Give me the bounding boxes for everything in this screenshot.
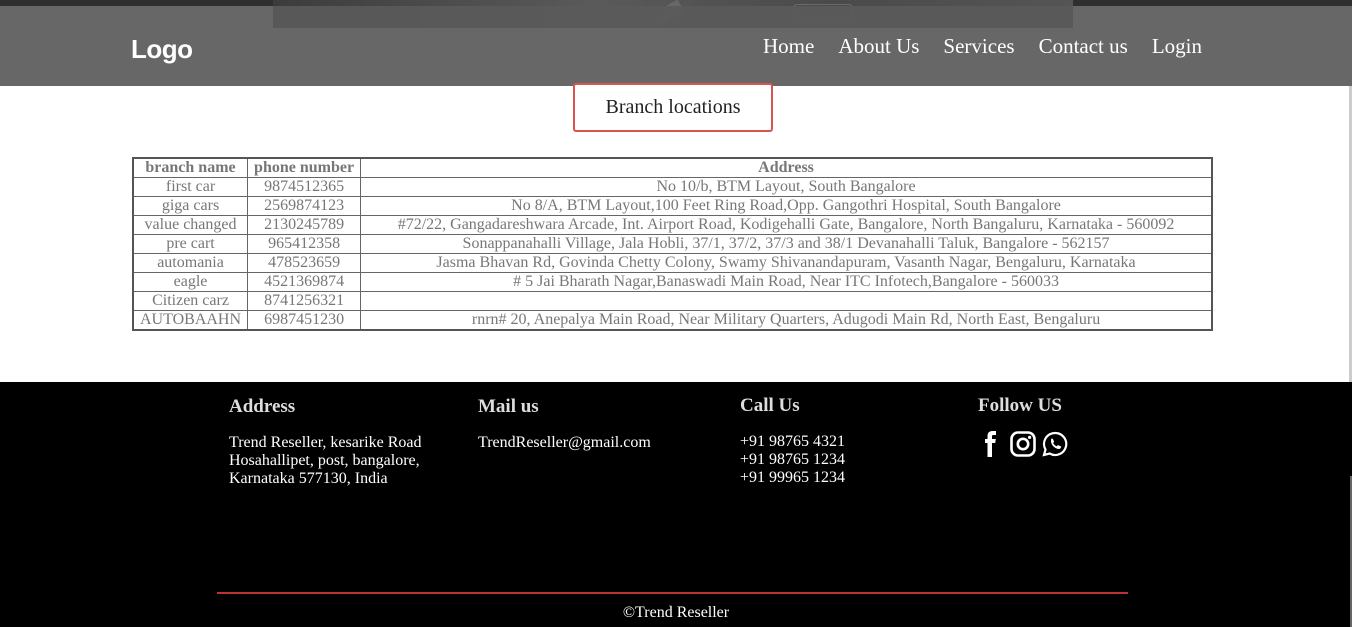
footer-phone[interactable]: +91 98765 1234 xyxy=(740,451,845,469)
branch-name-cell: AUTOBAAHN xyxy=(132,310,249,331)
footer: Address Trend Reseller, kesarike Road Ho… xyxy=(0,382,1352,627)
nav-contact-us[interactable]: Contact us xyxy=(1039,34,1128,59)
table-header-row: branch name phone number Address xyxy=(132,157,1213,178)
address-cell: Sonappanahalli Village, Jala Hobli, 37/1… xyxy=(360,234,1213,254)
phone-cell: 965412358 xyxy=(247,234,362,254)
footer-phone[interactable]: +91 99965 1234 xyxy=(740,469,845,487)
branch-name-cell: giga cars xyxy=(132,196,249,216)
footer-address-line: Hosahallipet, post, bangalore, xyxy=(229,452,420,469)
branch-locations-button[interactable]: Branch locations xyxy=(573,83,773,132)
phone-cell: 8741256321 xyxy=(247,291,362,311)
phone-cell: 6987451230 xyxy=(247,310,362,331)
address-cell: Jasma Bhavan Rd, Govinda Chetty Colony, … xyxy=(360,253,1213,273)
branch-name-cell: Citizen carz xyxy=(132,291,249,311)
nav-home[interactable]: Home xyxy=(763,34,814,59)
footer-address-line: Karnataka 577130, India xyxy=(229,470,388,487)
whatsapp-icon[interactable] xyxy=(1042,431,1068,457)
table-row: first car 9874512365 No 10/b, BTM Layout… xyxy=(132,177,1213,197)
column-header-phone-number: phone number xyxy=(247,157,362,178)
branch-table: branch name phone number Address first c… xyxy=(132,157,1213,331)
nav-services[interactable]: Services xyxy=(943,34,1014,59)
footer-address-line: Trend Reseller, kesarike Road xyxy=(229,434,422,451)
instagram-icon[interactable] xyxy=(1010,431,1036,457)
column-header-branch-name: branch name xyxy=(132,157,249,178)
address-cell xyxy=(360,291,1213,311)
navbar: Logo Home About Us Services Contact us L… xyxy=(0,6,1352,86)
footer-address-section: Address Trend Reseller, kesarike Road Ho… xyxy=(229,396,449,488)
footer-address-title: Address xyxy=(229,396,296,417)
table-row: automania 478523659 Jasma Bhavan Rd, Gov… xyxy=(132,253,1213,273)
nav-login[interactable]: Login xyxy=(1152,34,1202,59)
phone-cell: 4521369874 xyxy=(247,272,362,292)
nav-about-us[interactable]: About Us xyxy=(838,34,919,59)
main-nav: Home About Us Services Contact us Login xyxy=(763,34,1202,59)
table-row: giga cars 2569874123 No 8/A, BTM Layout,… xyxy=(132,196,1213,216)
copyright: ©Trend Reseller xyxy=(622,604,730,621)
logo[interactable]: Logo xyxy=(131,34,193,65)
phone-cell: 2569874123 xyxy=(247,196,362,216)
branch-name-cell: automania xyxy=(132,253,249,273)
branch-name-cell: pre cart xyxy=(132,234,249,254)
phone-cell: 9874512365 xyxy=(247,177,362,197)
column-header-address: Address xyxy=(360,157,1213,178)
table-row: pre cart 965412358 Sonappanahalli Villag… xyxy=(132,234,1213,254)
table-row: Citizen carz 8741256321 xyxy=(132,291,1213,311)
address-cell: rnrn# 20, Anepalya Main Road, Near Milit… xyxy=(360,310,1213,331)
table-row: eagle 4521369874 # 5 Jai Bharath Nagar,B… xyxy=(132,272,1213,292)
footer-email-link[interactable]: TrendReseller@gmail.com xyxy=(478,434,651,452)
footer-mail-title: Mail us xyxy=(478,396,539,417)
branch-name-cell: eagle xyxy=(132,272,249,292)
address-cell: #72/22, Gangadareshwara Arcade, Int. Air… xyxy=(360,215,1213,235)
address-cell: No 10/b, BTM Layout, South Bangalore xyxy=(360,177,1213,197)
phone-cell: 2130245789 xyxy=(247,215,362,235)
phone-cell: 478523659 xyxy=(247,253,362,273)
address-cell: No 8/A, BTM Layout,100 Feet Ring Road,Op… xyxy=(360,196,1213,216)
branch-name-cell: value changed xyxy=(132,215,249,235)
branch-name-cell: first car xyxy=(132,177,249,197)
footer-follow-title: Follow US xyxy=(978,395,1062,416)
footer-call-title: Call Us xyxy=(740,395,800,416)
footer-call-section: Call Us +91 98765 4321 +91 98765 1234 +9… xyxy=(740,395,845,487)
footer-divider xyxy=(217,592,1128,594)
footer-phone[interactable]: +91 98765 4321 xyxy=(740,433,845,451)
footer-follow-section: Follow US xyxy=(978,395,1068,457)
table-row: value changed 2130245789 #72/22, Gangada… xyxy=(132,215,1213,235)
table-row: AUTOBAAHN 6987451230 rnrn# 20, Anepalya … xyxy=(132,310,1213,331)
facebook-icon[interactable] xyxy=(978,431,1004,457)
address-cell: # 5 Jai Bharath Nagar,Banaswadi Main Roa… xyxy=(360,272,1213,292)
footer-mail-section: Mail us TrendReseller@gmail.com xyxy=(478,396,651,452)
